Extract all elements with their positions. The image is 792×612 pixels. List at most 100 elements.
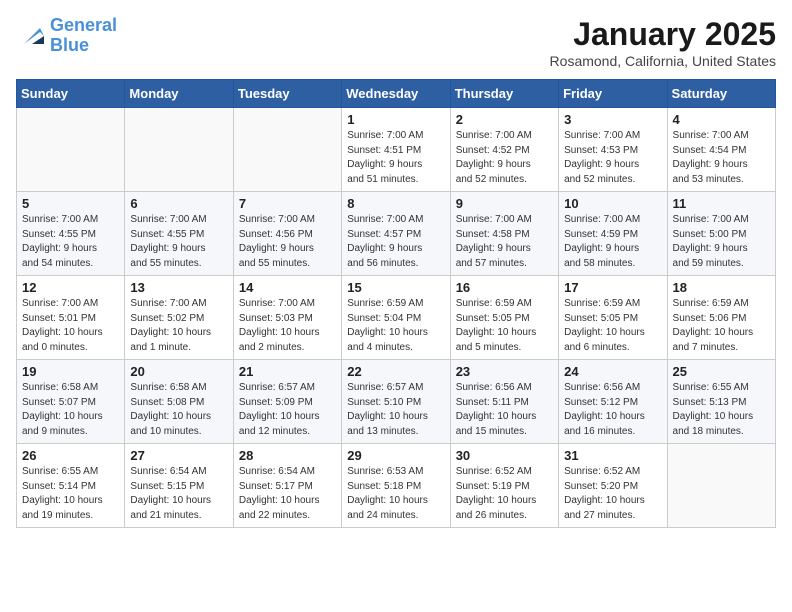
day-number: 12 (22, 280, 119, 295)
calendar-cell: 20 Sunrise: 6:58 AM Sunset: 5:08 PM Dayli… (125, 360, 233, 444)
weekday-header-saturday: Saturday (667, 80, 775, 108)
calendar-cell: 30 Sunrise: 6:52 AM Sunset: 5:19 PM Dayli… (450, 444, 558, 528)
calendar-cell: 13Sunrise: 7:00 AM Sunset: 5:02 PM Dayli… (125, 276, 233, 360)
calendar-cell: 10 Sunrise: 7:00 AM Sunset: 4:59 PM Dayli… (559, 192, 667, 276)
day-number: 20 (130, 364, 227, 379)
day-info: Sunrise: 7:00 AM Sunset: 4:54 PM Dayligh… (673, 129, 770, 187)
day-number: 21 (239, 364, 336, 379)
day-number: 9 (456, 196, 553, 211)
weekday-header-monday: Monday (125, 80, 233, 108)
calendar-cell: 16 Sunrise: 6:59 AM Sunset: 5:05 PM Dayli… (450, 276, 558, 360)
calendar-cell: 25 Sunrise: 6:55 AM Sunset: 5:13 PM Dayli… (667, 360, 775, 444)
calendar-week-1: 1 Sunrise: 7:00 AM Sunset: 4:51 PM Daylig… (17, 108, 776, 192)
weekday-header-tuesday: Tuesday (233, 80, 341, 108)
day-info: Sunrise: 7:00 AM Sunset: 4:59 PM Dayligh… (564, 213, 661, 271)
day-info: Sunrise: 7:00 AM Sunset: 4:58 PM Dayligh… (456, 213, 553, 271)
calendar-week-5: 26 Sunrise: 6:55 AM Sunset: 5:14 PM Dayli… (17, 444, 776, 528)
calendar-cell: 5Sunrise: 7:00 AM Sunset: 4:55 PM Daylig… (17, 192, 125, 276)
day-number: 25 (673, 364, 770, 379)
calendar-cell: 17Sunrise: 6:59 AM Sunset: 5:05 PM Dayli… (559, 276, 667, 360)
day-number: 30 (456, 448, 553, 463)
day-number: 2 (456, 112, 553, 127)
day-number: 6 (130, 196, 227, 211)
weekday-header-sunday: Sunday (17, 80, 125, 108)
calendar-cell: 9 Sunrise: 7:00 AM Sunset: 4:58 PM Daylig… (450, 192, 558, 276)
calendar-cell: 26 Sunrise: 6:55 AM Sunset: 5:14 PM Dayli… (17, 444, 125, 528)
calendar-cell: 15 Sunrise: 6:59 AM Sunset: 5:04 PM Dayli… (342, 276, 450, 360)
calendar-cell: 22 Sunrise: 6:57 AM Sunset: 5:10 PM Dayli… (342, 360, 450, 444)
day-number: 28 (239, 448, 336, 463)
calendar-cell: 4 Sunrise: 7:00 AM Sunset: 4:54 PM Daylig… (667, 108, 775, 192)
weekday-header-wednesday: Wednesday (342, 80, 450, 108)
day-info: Sunrise: 7:00 AM Sunset: 4:52 PM Dayligh… (456, 129, 553, 187)
day-info: Sunrise: 6:55 AM Sunset: 5:14 PM Dayligh… (22, 465, 119, 523)
day-number: 16 (456, 280, 553, 295)
day-number: 10 (564, 196, 661, 211)
day-number: 24 (564, 364, 661, 379)
day-info: Sunrise: 6:57 AM Sunset: 5:09 PM Dayligh… (239, 381, 336, 439)
day-info: Sunrise: 6:55 AM Sunset: 5:13 PM Dayligh… (673, 381, 770, 439)
calendar-cell: 21 Sunrise: 6:57 AM Sunset: 5:09 PM Dayli… (233, 360, 341, 444)
day-info: Sunrise: 6:56 AM Sunset: 5:11 PM Dayligh… (456, 381, 553, 439)
day-info: Sunrise: 6:53 AM Sunset: 5:18 PM Dayligh… (347, 465, 444, 523)
calendar-cell: 27Sunrise: 6:54 AM Sunset: 5:15 PM Dayli… (125, 444, 233, 528)
page-header: General Blue January 2025 Rosamond, Cali… (16, 16, 776, 69)
calendar-cell: 12 Sunrise: 7:00 AM Sunset: 5:01 PM Dayli… (17, 276, 125, 360)
day-info: Sunrise: 6:57 AM Sunset: 5:10 PM Dayligh… (347, 381, 444, 439)
calendar-cell: 1 Sunrise: 7:00 AM Sunset: 4:51 PM Daylig… (342, 108, 450, 192)
location: Rosamond, California, United States (550, 53, 776, 69)
calendar-cell: 2 Sunrise: 7:00 AM Sunset: 4:52 PM Daylig… (450, 108, 558, 192)
day-number: 26 (22, 448, 119, 463)
day-info: Sunrise: 7:00 AM Sunset: 5:01 PM Dayligh… (22, 297, 119, 355)
weekday-header-friday: Friday (559, 80, 667, 108)
day-info: Sunrise: 6:59 AM Sunset: 5:05 PM Dayligh… (456, 297, 553, 355)
calendar-cell: 31Sunrise: 6:52 AM Sunset: 5:20 PM Dayli… (559, 444, 667, 528)
calendar-cell: 3 Sunrise: 7:00 AM Sunset: 4:53 PM Daylig… (559, 108, 667, 192)
day-info: Sunrise: 6:59 AM Sunset: 5:06 PM Dayligh… (673, 297, 770, 355)
calendar-week-3: 12 Sunrise: 7:00 AM Sunset: 5:01 PM Dayli… (17, 276, 776, 360)
day-info: Sunrise: 6:58 AM Sunset: 5:08 PM Dayligh… (130, 381, 227, 439)
calendar-cell: 18 Sunrise: 6:59 AM Sunset: 5:06 PM Dayli… (667, 276, 775, 360)
logo: General Blue (16, 16, 117, 56)
day-info: Sunrise: 7:00 AM Sunset: 5:03 PM Dayligh… (239, 297, 336, 355)
day-info: Sunrise: 7:00 AM Sunset: 5:00 PM Dayligh… (673, 213, 770, 271)
day-number: 1 (347, 112, 444, 127)
calendar-cell: 14 Sunrise: 7:00 AM Sunset: 5:03 PM Dayli… (233, 276, 341, 360)
day-info: Sunrise: 7:00 AM Sunset: 4:51 PM Dayligh… (347, 129, 444, 187)
day-number: 7 (239, 196, 336, 211)
day-number: 29 (347, 448, 444, 463)
calendar-cell: 11Sunrise: 7:00 AM Sunset: 5:00 PM Dayli… (667, 192, 775, 276)
day-info: Sunrise: 7:00 AM Sunset: 4:57 PM Dayligh… (347, 213, 444, 271)
calendar-week-2: 5 Sunrise: 7:00 AM Sunset: 4:55 PM Daylig… (17, 192, 776, 276)
calendar-cell (233, 108, 341, 192)
calendar-cell: 7 Sunrise: 7:00 AM Sunset: 4:56 PM Daylig… (233, 192, 341, 276)
logo-text: General Blue (50, 16, 117, 56)
day-info: Sunrise: 6:59 AM Sunset: 5:04 PM Dayligh… (347, 297, 444, 355)
day-info: Sunrise: 7:00 AM Sunset: 4:55 PM Dayligh… (130, 213, 227, 271)
weekday-header-thursday: Thursday (450, 80, 558, 108)
day-number: 8 (347, 196, 444, 211)
day-number: 4 (673, 112, 770, 127)
calendar-cell: 24 Sunrise: 6:56 AM Sunset: 5:12 PM Dayli… (559, 360, 667, 444)
day-number: 13 (130, 280, 227, 295)
calendar-table: SundayMondayTuesdayWednesdayThursdayFrid… (16, 79, 776, 528)
day-info: Sunrise: 7:00 AM Sunset: 4:53 PM Dayligh… (564, 129, 661, 187)
day-number: 3 (564, 112, 661, 127)
day-info: Sunrise: 6:56 AM Sunset: 5:12 PM Dayligh… (564, 381, 661, 439)
logo-line2: Blue (50, 35, 89, 55)
day-number: 22 (347, 364, 444, 379)
weekday-header-row: SundayMondayTuesdayWednesdayThursdayFrid… (17, 80, 776, 108)
day-number: 23 (456, 364, 553, 379)
day-info: Sunrise: 6:54 AM Sunset: 5:17 PM Dayligh… (239, 465, 336, 523)
day-number: 5 (22, 196, 119, 211)
day-number: 18 (673, 280, 770, 295)
day-info: Sunrise: 7:00 AM Sunset: 4:56 PM Dayligh… (239, 213, 336, 271)
calendar-cell: 19Sunrise: 6:58 AM Sunset: 5:07 PM Dayli… (17, 360, 125, 444)
day-number: 19 (22, 364, 119, 379)
month-title: January 2025 (550, 16, 776, 53)
day-info: Sunrise: 6:52 AM Sunset: 5:19 PM Dayligh… (456, 465, 553, 523)
day-number: 15 (347, 280, 444, 295)
calendar-cell: 28 Sunrise: 6:54 AM Sunset: 5:17 PM Dayli… (233, 444, 341, 528)
day-number: 14 (239, 280, 336, 295)
calendar-cell (17, 108, 125, 192)
